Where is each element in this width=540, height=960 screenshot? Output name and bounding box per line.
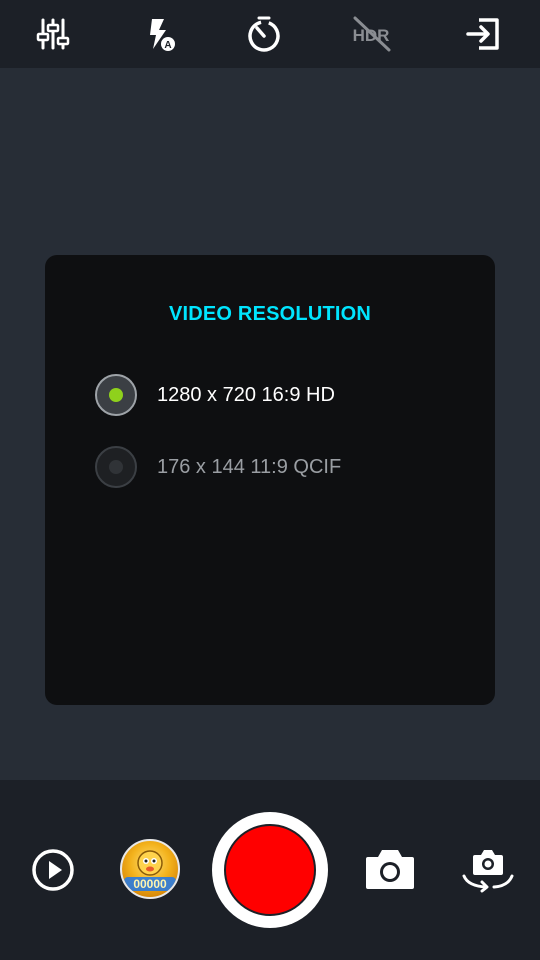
video-resolution-dialog: VIDEO RESOLUTION 1280 x 720 16:9 HD 176 …: [45, 255, 495, 705]
resolution-option-hd[interactable]: 1280 x 720 16:9 HD: [95, 371, 475, 419]
camera-screen: A HDR VIDEO RESOLUTION 1280 x 720 16:9 H…: [0, 0, 540, 960]
camera-icon[interactable]: [364, 844, 416, 892]
resolution-option-qcif[interactable]: 176 x 144 11:9 QCIF: [95, 443, 475, 491]
radio-dot: [109, 388, 123, 402]
timer-icon[interactable]: [240, 10, 288, 58]
svg-text:A: A: [164, 40, 171, 51]
thumbnail-text: 00000: [133, 877, 167, 891]
radio-button-unselected[interactable]: [95, 446, 137, 488]
radio-dot: [109, 460, 123, 474]
flash-auto-icon[interactable]: A: [134, 10, 182, 58]
sliders-icon[interactable]: [29, 10, 77, 58]
hdr-label: HDR: [353, 26, 390, 45]
switch-camera-icon[interactable]: [458, 846, 518, 894]
play-circle-icon[interactable]: [30, 847, 76, 893]
resolution-label: 176 x 144 11:9 QCIF: [157, 455, 342, 478]
record-button-inner: [224, 824, 316, 916]
exit-icon[interactable]: [459, 10, 507, 58]
resolution-label: 1280 x 720 16:9 HD: [157, 383, 335, 406]
gallery-thumbnail[interactable]: 00000: [120, 839, 180, 899]
dialog-title: VIDEO RESOLUTION: [168, 303, 372, 325]
top-toolbar: A HDR: [0, 0, 540, 68]
radio-button-selected[interactable]: [95, 374, 137, 416]
record-button[interactable]: [212, 812, 328, 928]
hdr-off-icon[interactable]: HDR: [347, 10, 395, 58]
bottom-toolbar: 00000: [0, 780, 540, 960]
